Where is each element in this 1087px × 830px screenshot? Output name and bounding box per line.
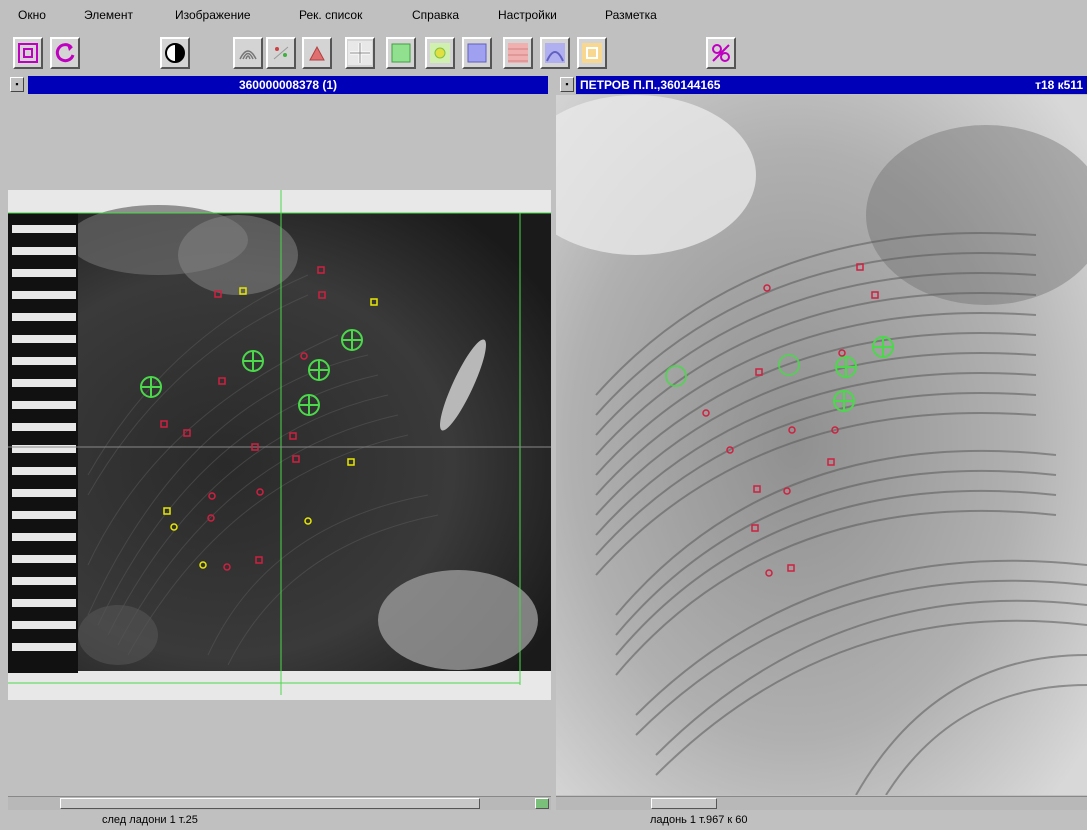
left-image-pane[interactable]: [8, 95, 551, 795]
left-window-menu-button[interactable]: ▪: [10, 77, 24, 92]
points-icon: [309, 45, 325, 61]
menu-image[interactable]: Изображение: [175, 8, 251, 22]
right-scroll-thumb[interactable]: [651, 798, 717, 809]
points-button[interactable]: [302, 37, 332, 69]
menu-settings[interactable]: Настройки: [498, 8, 557, 22]
left-status-text: след ладони 1 т.25: [102, 814, 198, 826]
link-icon: [712, 44, 730, 62]
crosshair-button[interactable]: [345, 37, 375, 69]
menu-markup[interactable]: Разметка: [605, 8, 657, 22]
right-horizontal-scrollbar[interactable]: [556, 796, 1087, 810]
menu-help[interactable]: Справка: [412, 8, 459, 22]
crosshair-icon: [348, 41, 372, 65]
overlay-icon: [545, 43, 565, 63]
texture-icon: [508, 43, 528, 63]
fingerprint-icon: [239, 50, 257, 60]
link-button[interactable]: [706, 37, 736, 69]
menu-element[interactable]: Элемент: [84, 8, 133, 22]
ridges-button[interactable]: [233, 37, 263, 69]
rotate-button[interactable]: [50, 37, 80, 69]
texture-button[interactable]: [503, 37, 533, 69]
right-window-title: ПЕТРОВ П.П.,360144165: [580, 78, 721, 92]
grid-icon: [391, 43, 411, 63]
fit-window-icon: [18, 43, 38, 63]
zoom-button[interactable]: [577, 37, 607, 69]
right-window-menu-button[interactable]: ▪: [560, 77, 574, 92]
overlay-button[interactable]: [540, 37, 570, 69]
left-scroll-thumb[interactable]: [60, 798, 480, 809]
left-scroll-corner[interactable]: [535, 798, 549, 809]
centers-button[interactable]: [425, 37, 455, 69]
green-grid-button[interactable]: [386, 37, 416, 69]
contrast-button[interactable]: [160, 37, 190, 69]
zoom-icon: [582, 43, 602, 63]
latent-print-image: [8, 190, 551, 700]
target-icon: [430, 43, 450, 63]
contrast-icon: [165, 43, 185, 63]
right-image-pane[interactable]: [556, 95, 1087, 795]
right-status-text: ладонь 1 т.967 к 60: [650, 814, 748, 826]
fit-window-button[interactable]: [13, 37, 43, 69]
rotate-icon: [55, 43, 75, 63]
left-window-title: 360000008378 (1): [238, 78, 338, 92]
palm-print-image: [556, 95, 1087, 795]
left-horizontal-scrollbar[interactable]: [8, 796, 551, 810]
minutiae-button[interactable]: [266, 37, 296, 69]
right-window-titlebar: ПЕТРОВ П.П.,360144165 т18 к511: [576, 76, 1087, 94]
menu-rec-list[interactable]: Рек. список: [299, 8, 362, 22]
left-window-titlebar: 360000008378 (1): [28, 76, 548, 94]
frame-button[interactable]: [462, 37, 492, 69]
minutiae-icon: [273, 46, 289, 60]
menu-window[interactable]: Окно: [18, 8, 46, 22]
right-window-title-extra: т18 к511: [1035, 78, 1083, 92]
frame-icon: [467, 43, 487, 63]
